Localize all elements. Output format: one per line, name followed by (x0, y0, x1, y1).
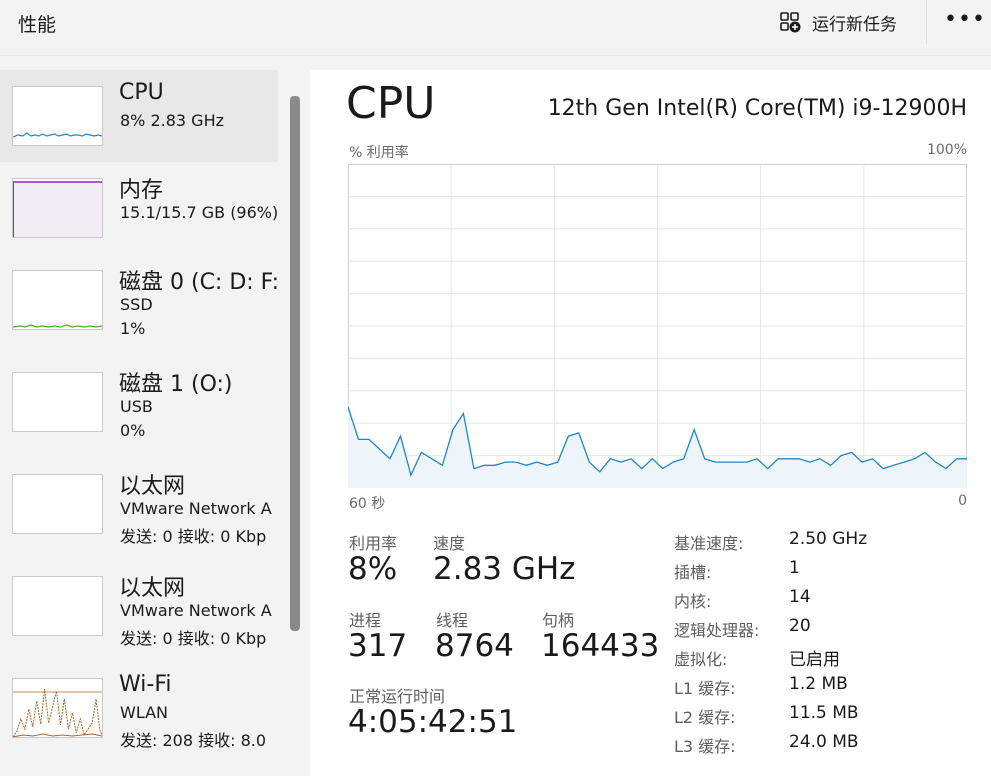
sidebar-item-disk-1[interactable]: 磁盘 1 (O:) USB 0% (0, 356, 278, 448)
sidebar-item-detail: VMware Network A (120, 499, 272, 518)
sidebar-item-disk-0[interactable]: 磁盘 0 (C: D: F: SSD 1% (0, 254, 280, 346)
spec-label: L1 缓存: (674, 679, 736, 698)
sidebar-item-name: 以太网 (119, 576, 186, 601)
sidebar-item-detail: VMware Network A (120, 601, 272, 620)
spec-value: 1 (789, 558, 800, 578)
run-new-task-button[interactable]: 运行新任务 (778, 8, 897, 36)
sidebar-scrollbar[interactable] (290, 96, 300, 631)
resource-list: CPU 8% 2.83 GHz 内存 15.1/15.7 GB (96%) 磁盘… (0, 70, 306, 776)
spec-value: 24.0 MB (789, 732, 859, 752)
sidebar-item-name: 磁盘 1 (O:) (119, 372, 233, 397)
sidebar-item-detail: 15.1/15.7 GB (96%) (120, 203, 279, 222)
cpu-usage-chart (348, 164, 967, 488)
utilization-value: 8% (348, 551, 398, 587)
spec-label: L2 缓存: (674, 708, 736, 727)
sidebar-item-detail-2: 0% (120, 421, 146, 440)
spec-label: 插槽: (674, 563, 712, 582)
more-options-icon[interactable]: ••• (944, 9, 985, 36)
sidebar-item-detail-2: 发送: 208 接收: 8.0 (120, 731, 267, 750)
graph-max-label: 100% (926, 142, 967, 158)
processes-value: 317 (348, 628, 408, 664)
cpu-usage-graph (348, 164, 967, 488)
graph-x-left-label: 60 秒 (349, 496, 386, 512)
sidebar-item-detail-2: 1% (120, 319, 146, 338)
sidebar-item-name: CPU (119, 80, 164, 105)
sidebar-item-ethernet-1[interactable]: 以太网 VMware Network A 发送: 0 接收: 0 Kbp (0, 458, 278, 550)
spec-label: 基准速度: (674, 534, 744, 553)
spec-label: 逻辑处理器: (674, 621, 760, 640)
sidebar-item-wifi[interactable]: Wi-Fi WLAN 发送: 208 接收: 8.0 (0, 662, 278, 754)
graph-y-label: % 利用率 (349, 145, 409, 161)
sidebar-item-name: Wi-Fi (119, 672, 172, 697)
graph-x-right-label: 0 (958, 493, 967, 509)
spec-label: 虚拟化: (674, 650, 728, 669)
threads-value: 8764 (435, 628, 514, 664)
sidebar-item-detail: 8% 2.83 GHz (120, 111, 225, 130)
sidebar-item-cpu[interactable]: CPU 8% 2.83 GHz (0, 70, 278, 162)
uptime-value: 4:05:42:51 (348, 704, 518, 740)
sidebar-item-name: 磁盘 0 (C: D: F: (119, 270, 280, 295)
sidebar-item-memory[interactable]: 内存 15.1/15.7 GB (96%) (0, 162, 278, 254)
cpu-model-name: 12th Gen Intel(R) Core(TM) i9-12900H (547, 96, 967, 121)
spec-value: 1.2 MB (789, 674, 848, 694)
sidebar-item-detail-2: 发送: 0 接收: 0 Kbp (120, 527, 267, 546)
detail-title: CPU (346, 78, 436, 129)
spec-label: L3 缓存: (674, 737, 736, 756)
sidebar-item-detail: WLAN (120, 703, 169, 722)
sidebar-item-name: 以太网 (119, 474, 186, 499)
sidebar-item-ethernet-2[interactable]: 以太网 VMware Network A 发送: 0 接收: 0 Kbp (0, 560, 278, 652)
sidebar-item-name: 内存 (119, 178, 164, 203)
handles-value: 164433 (541, 628, 660, 664)
page-title: 性能 (18, 14, 57, 36)
sidebar-item-detail-2: 发送: 0 接收: 0 Kbp (120, 629, 267, 648)
spec-value: 20 (789, 616, 811, 636)
speed-value: 2.83 GHz (433, 551, 576, 587)
spec-value: 2.50 GHz (789, 529, 868, 549)
new-task-icon (780, 12, 801, 33)
spec-label: 内核: (674, 592, 712, 611)
header-divider (926, 0, 927, 44)
sidebar-item-detail: SSD (120, 295, 153, 314)
cpu-detail-panel: CPU 12th Gen Intel(R) Core(TM) i9-12900H… (310, 70, 991, 776)
spec-value: 11.5 MB (789, 703, 859, 723)
spec-value: 14 (789, 587, 811, 607)
header-bar: 性能 运行新任务 ••• (0, 0, 991, 56)
sidebar-item-detail: USB (120, 397, 153, 416)
spec-value: 已启用 (789, 650, 840, 670)
run-new-task-label: 运行新任务 (812, 14, 897, 35)
